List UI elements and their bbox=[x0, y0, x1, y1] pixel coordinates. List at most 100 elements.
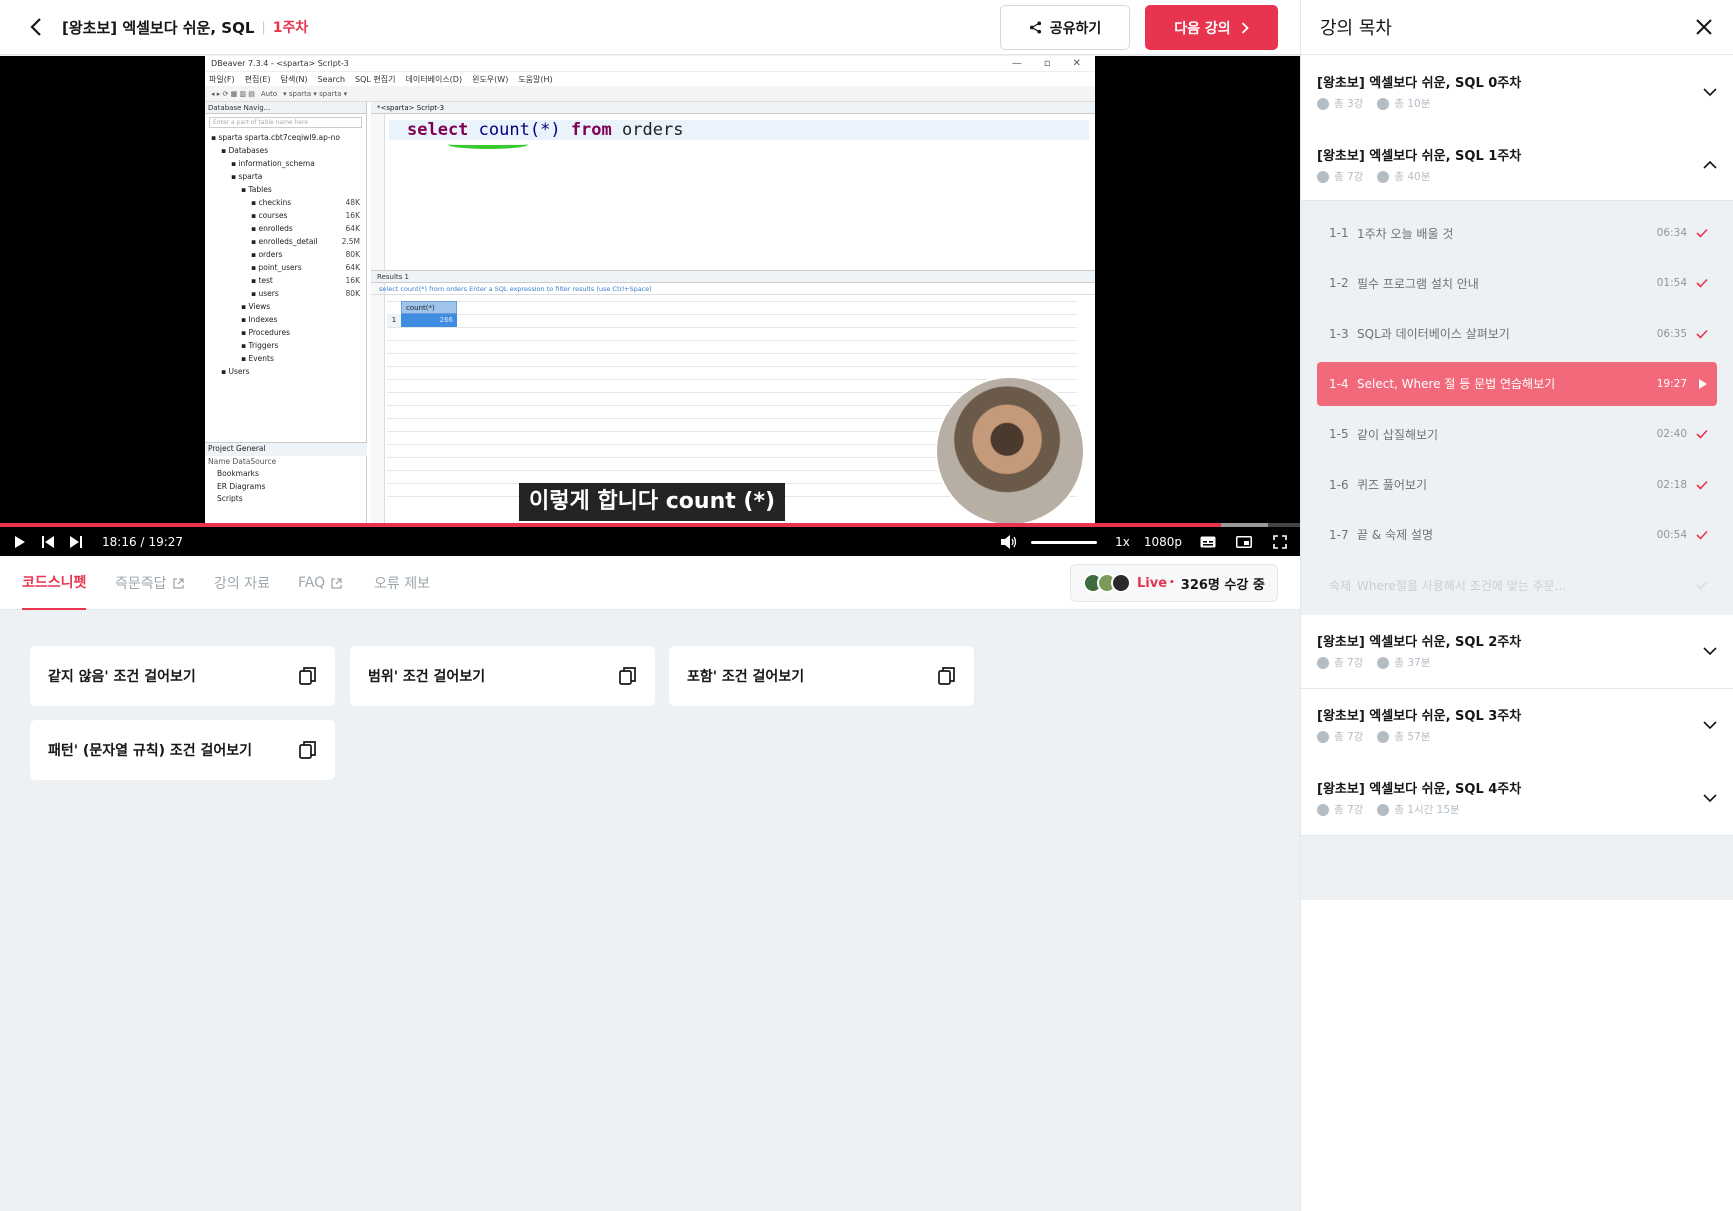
tab-3[interactable]: 강의 자료 bbox=[214, 556, 270, 610]
navigator-filter: Enter a part of table name here bbox=[209, 117, 362, 128]
copy-icon[interactable] bbox=[298, 666, 318, 686]
sidebar-header: 강의 목차 bbox=[1301, 0, 1733, 55]
lesson-item[interactable]: 1-7 끝 & 숙제 설명 00:54 bbox=[1317, 513, 1717, 557]
snippet-title: 같지 않음' 조건 걸어보기 bbox=[48, 669, 196, 685]
volume-slider[interactable] bbox=[1031, 540, 1098, 544]
tab-5[interactable]: 오류 제보 bbox=[374, 556, 430, 610]
share-label: 공유하기 bbox=[1049, 20, 1102, 37]
check-icon bbox=[1696, 530, 1708, 540]
window-titlebar: DBeaver 7.3.4 - <sparta> Script-3 — ▫ ✕ bbox=[205, 56, 1095, 72]
week-count: 총 7강 bbox=[1317, 729, 1363, 744]
week-count-text: 총 7강 bbox=[1334, 657, 1364, 669]
tree-node-label: Databases bbox=[228, 146, 269, 155]
project-items: Bookmarks ER Diagrams Scripts bbox=[205, 468, 367, 506]
app-menu-item: 탐색(N) bbox=[280, 74, 308, 84]
lesson-status bbox=[1687, 227, 1717, 239]
database-navigator: Database Navig... Enter a part of table … bbox=[205, 102, 367, 524]
lesson-status bbox=[1687, 529, 1717, 541]
back-button[interactable] bbox=[24, 15, 48, 39]
video-controls: 18:16 / 19:27 1x 1080p bbox=[0, 528, 1300, 556]
captions-button[interactable] bbox=[1194, 528, 1222, 556]
chevron-down-icon bbox=[1703, 647, 1717, 656]
tree-node-label: Procedures bbox=[248, 328, 291, 337]
app-menubar: 파일(F) 편집(E) 탐색(N) Search SQL 편집기 데이터베이스(D) 윈도우… bbox=[205, 72, 1095, 86]
week-meta: 총 7강 총 37분 bbox=[1317, 655, 1430, 670]
tree-node-label: checkins bbox=[258, 198, 292, 207]
snippet-card[interactable]: 포함' 조건 걸어보기 bbox=[669, 646, 974, 706]
close-sidebar-button[interactable] bbox=[1693, 16, 1715, 38]
lesson-item[interactable]: 1-1 1주차 오늘 배울 것 06:34 bbox=[1317, 211, 1717, 255]
snippet-card[interactable]: 같지 않음' 조건 걸어보기 bbox=[30, 646, 335, 706]
instructor-webcam bbox=[935, 376, 1085, 526]
lesson-item[interactable]: 숙제 Where절을 사용해서 조건에 맞는 주문... bbox=[1317, 563, 1717, 607]
video-progress-bar[interactable] bbox=[0, 523, 1300, 527]
week-time-text: 총 37분 bbox=[1394, 657, 1431, 669]
app-menu-item: SQL 편집기 bbox=[355, 74, 396, 84]
lesson-number: 1-5 bbox=[1329, 427, 1349, 442]
play-circle-icon bbox=[1317, 656, 1329, 669]
week-time-text: 총 1시간 15분 bbox=[1394, 804, 1460, 816]
quality-button[interactable]: 1080p bbox=[1144, 535, 1182, 549]
fullscreen-button[interactable] bbox=[1266, 528, 1294, 556]
project-item: ER Diagrams bbox=[217, 481, 266, 491]
lesson-duration: 00:54 bbox=[1656, 528, 1687, 541]
fullscreen-icon bbox=[1273, 535, 1287, 549]
snippet-title: 포함' 조건 걸어보기 bbox=[687, 669, 805, 685]
project-columns: Name DataSource bbox=[208, 456, 277, 466]
tree-node-label: enrolleds_detail bbox=[258, 237, 318, 246]
lesson-item[interactable]: 1-5 같이 삽질해보기 02:40 bbox=[1317, 412, 1717, 456]
lesson-duration: 01:54 bbox=[1656, 277, 1687, 290]
lesson-status bbox=[1687, 479, 1717, 491]
snippet-card[interactable]: 패턴' (문자열 규칙) 조건 걸어보기 bbox=[30, 720, 335, 780]
lesson-title: 퀴즈 풀어보기 bbox=[1357, 478, 1428, 492]
tab-2[interactable]: 즉문즉답 bbox=[115, 556, 184, 610]
week-count: 총 3강 bbox=[1317, 96, 1363, 111]
video-player[interactable]: DBeaver 7.3.4 - <sparta> Script-3 — ▫ ✕ 파일… bbox=[0, 56, 1300, 556]
speed-button[interactable]: 1x bbox=[1115, 535, 1130, 549]
week-section[interactable]: [왕초보] 엑셀보다 쉬운, SQL 0주차 총 3강 총 10분 bbox=[1301, 56, 1733, 130]
pip-button[interactable] bbox=[1230, 528, 1258, 556]
copy-icon[interactable] bbox=[618, 666, 638, 686]
tab-1[interactable]: 코드스니펫 bbox=[22, 556, 87, 610]
course-title: [왕초보] 엑셀보다 쉬운, SQL bbox=[62, 18, 255, 37]
week-count: 총 7강 bbox=[1317, 169, 1363, 184]
tab-4[interactable]: FAQ bbox=[298, 556, 342, 610]
project-panel: Project General Name DataSource Bookmark… bbox=[205, 442, 367, 506]
next-lecture-button[interactable]: 다음 강의 bbox=[1145, 5, 1278, 50]
live-dot: • bbox=[1169, 578, 1175, 588]
tree-node-label: Indexes bbox=[248, 315, 278, 324]
tab-label: 코드스니펫 bbox=[22, 575, 87, 591]
result-cell: 266 bbox=[401, 314, 457, 327]
week-section[interactable]: [왕초보] 엑셀보다 쉬운, SQL 2주차 총 7강 총 37분 bbox=[1301, 615, 1733, 689]
external-link-icon bbox=[172, 577, 184, 589]
window-title: DBeaver 7.3.4 - <sparta> Script-3 bbox=[211, 59, 349, 68]
snippet-card[interactable]: 범위' 조건 걸어보기 bbox=[350, 646, 655, 706]
lesson-item[interactable]: 1-6 퀴즈 풀어보기 02:18 bbox=[1317, 463, 1717, 507]
play-button[interactable] bbox=[6, 528, 34, 556]
check-icon bbox=[1696, 228, 1708, 238]
week-section[interactable]: [왕초보] 엑셀보다 쉬운, SQL 4주차 총 7강 총 1시간 15분 bbox=[1301, 762, 1733, 836]
week-count-text: 총 3강 bbox=[1334, 98, 1364, 110]
check-icon bbox=[1696, 581, 1708, 590]
lesson-number: 1-6 bbox=[1329, 477, 1349, 492]
lesson-item[interactable]: 1-2 필수 프로그램 설치 안내 01:54 bbox=[1317, 261, 1717, 305]
result-row-number: 1 bbox=[387, 314, 401, 327]
lesson-item[interactable]: 1-4 Select, Where 절 등 문법 연습해보기 19:27 bbox=[1317, 361, 1717, 406]
current-time: 18:16 / bbox=[102, 535, 145, 549]
top-bar: [왕초보] 엑셀보다 쉬운, SQL | 1주차 공유하기 다음 강의 bbox=[0, 0, 1300, 55]
tree-node-label: Users bbox=[228, 367, 250, 376]
chevron-up-icon bbox=[1703, 160, 1717, 169]
played-bar bbox=[0, 523, 1221, 527]
lesson-item[interactable]: 1-3 SQL과 데이터베이스 살펴보기 06:35 bbox=[1317, 312, 1717, 356]
volume-button[interactable] bbox=[995, 528, 1023, 556]
week-section[interactable]: [왕초보] 엑셀보다 쉬운, SQL 1주차 총 7강 총 40분 bbox=[1301, 129, 1733, 201]
copy-icon[interactable] bbox=[298, 740, 318, 760]
week-section[interactable]: [왕초보] 엑셀보다 쉬운, SQL 3주차 총 7강 총 57분 bbox=[1301, 689, 1733, 763]
share-button[interactable]: 공유하기 bbox=[1000, 5, 1130, 50]
lesson-number: 1-2 bbox=[1329, 276, 1349, 291]
next-button[interactable] bbox=[62, 528, 90, 556]
lesson-status bbox=[1687, 328, 1717, 340]
previous-button[interactable] bbox=[34, 528, 62, 556]
copy-icon[interactable] bbox=[937, 666, 957, 686]
tree-node: ▪ sparta bbox=[205, 170, 366, 183]
